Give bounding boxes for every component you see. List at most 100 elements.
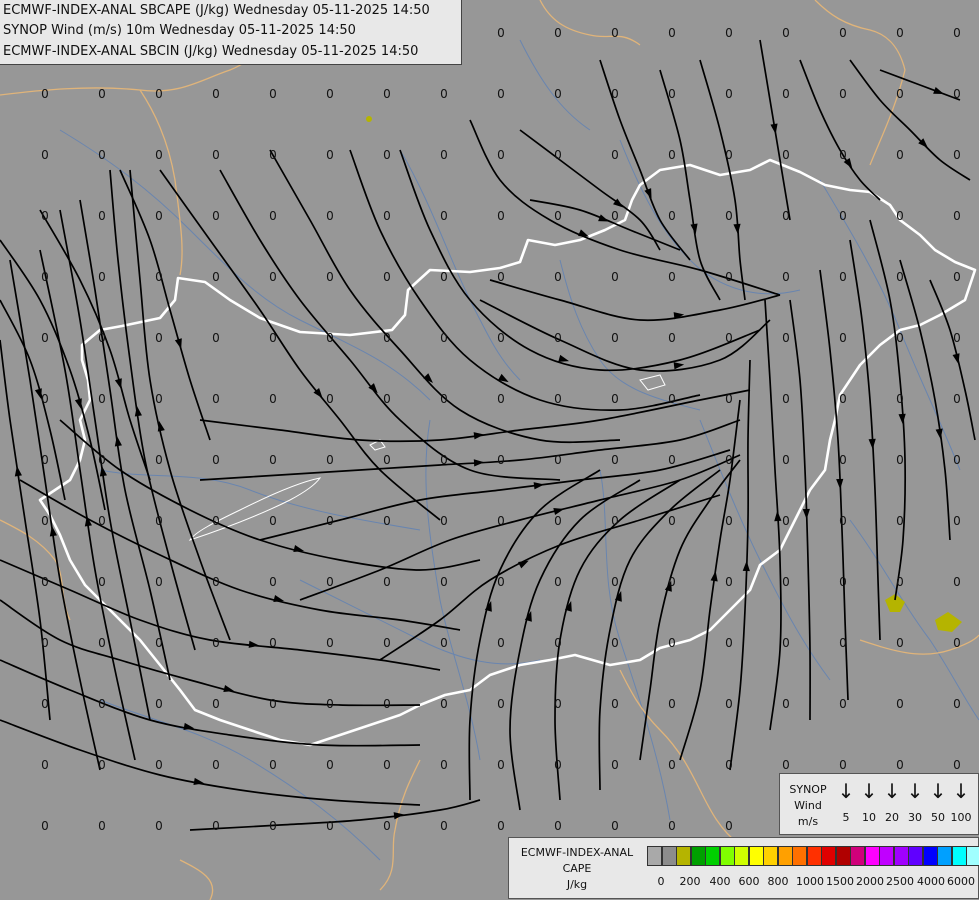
sbcape-value-label: 0 xyxy=(782,26,790,40)
sbcape-value-label: 0 xyxy=(782,209,790,223)
sbcape-value-label: 0 xyxy=(725,453,733,467)
sbcape-value-label: 0 xyxy=(839,87,847,101)
cape-color-swatch xyxy=(690,846,706,866)
sbcape-value-label: 0 xyxy=(440,819,448,833)
sbcape-value-label: 0 xyxy=(839,453,847,467)
sbcape-value-label: 0 xyxy=(839,758,847,772)
sbcape-value-label: 0 xyxy=(725,758,733,772)
sbcape-value-label: 0 xyxy=(41,453,49,467)
sbcape-value-label: 0 xyxy=(212,758,220,772)
sbcape-value-label: 0 xyxy=(896,26,904,40)
sbcape-value-label: 0 xyxy=(269,270,277,284)
sbcape-value-label: 0 xyxy=(212,453,220,467)
sbcape-value-label: 0 xyxy=(611,331,619,345)
sbcape-value-label: 0 xyxy=(611,270,619,284)
sbcape-value-label: 0 xyxy=(725,575,733,589)
sbcape-value-label: 0 xyxy=(440,87,448,101)
wind-legend-title-2: Wind xyxy=(794,799,822,812)
sbcape-value-label: 0 xyxy=(554,87,562,101)
wind-legend-value: 50 xyxy=(931,811,945,824)
sbcape-value-label: 0 xyxy=(896,575,904,589)
sbcape-value-label: 0 xyxy=(554,331,562,345)
sbcape-value-label: 0 xyxy=(155,758,163,772)
sbcape-value-label: 0 xyxy=(383,819,391,833)
sbcape-value-label: 0 xyxy=(497,270,505,284)
sbcape-value-label: 0 xyxy=(611,514,619,528)
sbcape-value-label: 0 xyxy=(383,87,391,101)
sbcape-value-label: 0 xyxy=(212,636,220,650)
sbcape-value-label: 0 xyxy=(326,392,334,406)
sbcape-value-label: 0 xyxy=(668,87,676,101)
sbcape-value-label: 0 xyxy=(98,697,106,711)
sbcape-value-label: 0 xyxy=(668,758,676,772)
sbcape-value-label: 0 xyxy=(440,514,448,528)
sbcape-value-label: 0 xyxy=(896,209,904,223)
sbcape-value-label: 0 xyxy=(668,148,676,162)
sbcape-value-label: 0 xyxy=(668,636,676,650)
sbcape-value-label: 0 xyxy=(326,514,334,528)
sbcape-value-label: 0 xyxy=(497,87,505,101)
sbcape-value-label: 0 xyxy=(212,87,220,101)
sbcape-value-label: 0 xyxy=(782,575,790,589)
sbcape-value-label: 0 xyxy=(440,697,448,711)
wind-legend-title-1: SYNOP xyxy=(789,783,827,796)
sbcape-value-label: 0 xyxy=(155,819,163,833)
sbcape-value-label: 0 xyxy=(98,453,106,467)
sbcape-value-label: 0 xyxy=(269,758,277,772)
sbcape-value-label: 0 xyxy=(98,331,106,345)
down-arrow-icon: ↓ xyxy=(883,779,901,803)
wind-legend-title: SYNOP Wind m/s xyxy=(784,782,832,830)
sbcape-value-label: 0 xyxy=(212,331,220,345)
wind-legend: SYNOP Wind m/s ↓ ↓ ↓ ↓ ↓ ↓ 5 10 20 30 50… xyxy=(779,773,979,835)
sbcape-value-label: 0 xyxy=(725,392,733,406)
wind-legend-title-3: m/s xyxy=(797,815,819,828)
sbcape-value-label: 0 xyxy=(839,636,847,650)
sbcape-value-label: 0 xyxy=(326,697,334,711)
sbcape-value-label: 0 xyxy=(98,514,106,528)
sbcape-value-label: 0 xyxy=(269,697,277,711)
cape-color-swatch xyxy=(734,846,749,866)
header-line-synop-wind: SYNOP Wind (m/s) 10m Wednesday 05-11-202… xyxy=(3,23,356,39)
sbcape-value-label: 0 xyxy=(98,270,106,284)
sbcape-value-label: 0 xyxy=(896,87,904,101)
sbcape-value-label: 0 xyxy=(611,697,619,711)
sbcape-value-label: 0 xyxy=(554,514,562,528)
sbcape-value-label: 0 xyxy=(953,26,961,40)
sbcape-value-label: 0 xyxy=(155,148,163,162)
sbcape-value-label: 0 xyxy=(953,453,961,467)
sbcape-value-label: 0 xyxy=(326,453,334,467)
sbcape-value-label: 0 xyxy=(41,270,49,284)
sbcape-value-label: 0 xyxy=(782,453,790,467)
map-header: ECMWF-INDEX-ANAL SBCAPE (J/kg) Wednesday… xyxy=(0,0,462,65)
sbcape-value-label: 0 xyxy=(611,148,619,162)
sbcape-value-label: 0 xyxy=(554,697,562,711)
sbcape-value-label: 0 xyxy=(497,575,505,589)
sbcape-value-label: 0 xyxy=(554,270,562,284)
sbcape-value-label: 0 xyxy=(953,331,961,345)
sbcape-value-label: 0 xyxy=(41,392,49,406)
sbcape-value-label: 0 xyxy=(725,636,733,650)
sbcape-value-label: 0 xyxy=(212,209,220,223)
sbcape-value-label: 0 xyxy=(269,148,277,162)
sbcape-value-label: 0 xyxy=(611,758,619,772)
sbcape-value-label: 0 xyxy=(326,209,334,223)
wind-legend-value: 10 xyxy=(862,811,876,824)
sbcape-value-label: 0 xyxy=(611,26,619,40)
sbcape-value-label: 0 xyxy=(440,331,448,345)
sbcape-value-label: 0 xyxy=(41,514,49,528)
sbcape-value-label: 0 xyxy=(953,758,961,772)
cape-color-swatch xyxy=(821,846,836,866)
cape-color-swatch xyxy=(647,846,662,866)
wind-legend-value: 30 xyxy=(908,811,922,824)
down-arrow-icon: ↓ xyxy=(860,779,878,803)
sbcape-value-label: 0 xyxy=(782,148,790,162)
sbcape-value-label: 0 xyxy=(782,392,790,406)
sbcape-value-label: 0 xyxy=(155,87,163,101)
sbcape-value-label: 0 xyxy=(269,636,277,650)
sbcape-value-label: 0 xyxy=(326,758,334,772)
sbcape-value-label: 0 xyxy=(668,331,676,345)
sbcape-value-label: 0 xyxy=(98,636,106,650)
down-arrow-icon: ↓ xyxy=(837,779,855,803)
sbcape-value-label: 0 xyxy=(383,270,391,284)
sbcape-value-label: 0 xyxy=(668,514,676,528)
